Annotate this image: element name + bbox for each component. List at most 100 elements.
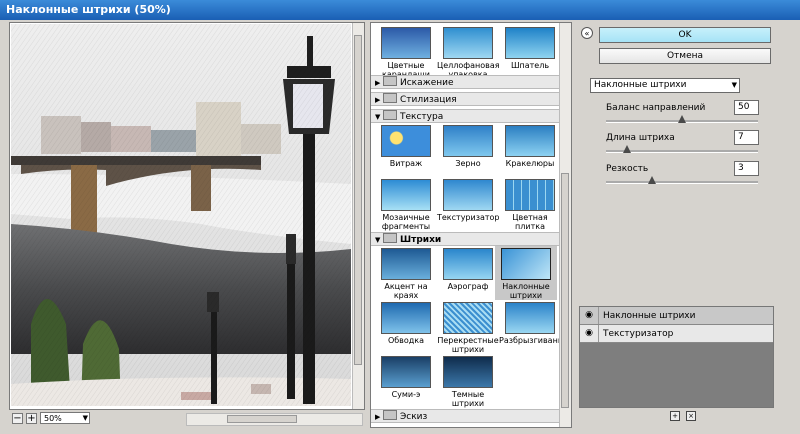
filter-gallery[interactable]: Цветные карандаши Целлофановая упаковка … — [370, 22, 572, 428]
filter-label: Акцент на краях — [384, 282, 428, 300]
triangle-right-icon: ▶ — [375, 79, 381, 87]
preview-pane[interactable] — [9, 22, 365, 410]
effect-layers-panel: ◉ Наклонные штрихи ◉ Текстуризатор — [579, 306, 774, 408]
layer-actions: + × — [670, 411, 696, 421]
filter-thumbnail — [443, 302, 493, 334]
gallery-scroll-thumb[interactable] — [561, 173, 569, 408]
category-label: Эскиз — [400, 412, 428, 422]
layer-label: Наклонные штрихи — [603, 311, 696, 321]
filter-thumbnail — [443, 179, 493, 211]
new-layer-icon[interactable]: + — [670, 411, 680, 421]
filter-ink-outlines[interactable]: Обводка — [375, 302, 437, 345]
filter-thumbnail — [381, 125, 431, 157]
category-label: Искажение — [400, 78, 454, 88]
filter-patchwork[interactable]: Цветная плитка — [499, 179, 561, 231]
filter-dark-strokes[interactable]: Темные штрихи — [437, 356, 499, 408]
filter-thumbnail — [505, 179, 555, 211]
category-stylize[interactable]: ▶ Стилизация — [371, 92, 559, 106]
filter-crosshatch[interactable]: Перекрестные штрихи — [437, 302, 499, 354]
filter-accented-edges[interactable]: Акцент на краях — [375, 248, 437, 300]
filter-mosaic-tiles[interactable]: Мозаичные фрагменты — [375, 179, 437, 231]
filter-label: Цветная плитка — [512, 213, 548, 231]
param-stroke-length: Длина штриха 7 — [606, 130, 761, 160]
category-label: Стилизация — [400, 95, 457, 105]
param-value-input[interactable]: 50 — [734, 100, 759, 115]
filter-label: Разбрызгивание — [499, 336, 568, 345]
param-value-input[interactable]: 3 — [734, 161, 759, 176]
filter-thumbnail — [381, 356, 431, 388]
filter-angled-strokes[interactable]: Наклонные штрихи — [495, 246, 557, 300]
ok-button[interactable]: OK — [599, 27, 771, 43]
filter-thumbnail — [381, 179, 431, 211]
filter-thumbnail — [501, 248, 551, 280]
category-sketch[interactable]: ▶ Эскиз — [371, 409, 559, 423]
folder-icon — [383, 76, 397, 86]
filter-label: Шпатель — [510, 61, 550, 70]
filter-thumbnail — [381, 302, 431, 334]
effect-layer[interactable]: ◉ Наклонные штрихи — [580, 307, 773, 325]
filter-thumbnail — [443, 248, 493, 280]
folder-icon — [383, 110, 397, 120]
filter-label: Обводка — [387, 336, 425, 345]
filter-settings: Наклонные штрихи ▼ Баланс направлений 50 … — [579, 72, 772, 302]
slider-knob[interactable] — [647, 176, 656, 184]
slider-track[interactable] — [606, 181, 758, 184]
zoom-in-button[interactable]: + — [26, 412, 37, 424]
category-label: Текстура — [400, 112, 444, 122]
eye-icon[interactable]: ◉ — [580, 325, 599, 342]
category-brush-strokes[interactable]: ▼ Штрихи — [371, 232, 559, 246]
filter-palette-knife[interactable]: Шпатель — [499, 27, 561, 70]
trash-icon[interactable]: × — [686, 411, 696, 421]
filter-stained-glass[interactable]: Витраж — [375, 125, 437, 168]
filter-plastic-wrap[interactable]: Целлофановая упаковка — [437, 27, 500, 79]
category-texture[interactable]: ▼ Текстура — [371, 109, 559, 123]
slider-knob[interactable] — [623, 145, 632, 153]
filter-label: Текстуризатор — [437, 213, 500, 222]
filter-label: Кракелюры — [505, 159, 555, 168]
filter-thumbnail — [381, 27, 431, 59]
triangle-down-icon: ▼ — [375, 236, 381, 244]
zoom-controls: − + 50% ▼ — [12, 411, 90, 425]
filter-texturizer[interactable]: Текстуризатор — [437, 179, 500, 222]
preview-horizontal-scroll-thumb[interactable] — [227, 415, 297, 423]
triangle-right-icon: ▶ — [375, 413, 381, 421]
gallery-scrollbar[interactable] — [559, 23, 571, 427]
param-sharpness: Резкость 3 — [606, 161, 761, 191]
category-label: Штрихи — [400, 235, 442, 245]
filter-thumbnail — [505, 27, 555, 59]
param-direction-balance: Баланс направлений 50 — [606, 100, 761, 130]
param-label: Резкость — [606, 164, 649, 174]
effect-layer[interactable]: ◉ Текстуризатор — [580, 325, 773, 343]
filter-label: Темные штрихи — [451, 390, 485, 408]
filter-select[interactable]: Наклонные штрихи ▼ — [590, 78, 740, 93]
eye-icon[interactable]: ◉ — [580, 307, 599, 324]
filter-thumbnail — [443, 125, 493, 157]
zoom-out-button[interactable]: − — [12, 412, 23, 424]
collapse-gallery-button[interactable]: « — [581, 27, 593, 39]
preview-vertical-scroll-thumb[interactable] — [354, 35, 362, 365]
preview-horizontal-scrollbar[interactable] — [186, 413, 363, 426]
preview-vertical-scrollbar[interactable] — [352, 23, 364, 409]
zoom-select[interactable]: 50% ▼ — [40, 412, 90, 424]
filter-colored-pencil[interactable]: Цветные карандаши — [375, 27, 437, 79]
cancel-button[interactable]: Отмена — [599, 48, 771, 64]
filter-grain[interactable]: Зерно — [437, 125, 499, 168]
filter-label: Мозаичные фрагменты — [381, 213, 431, 231]
layer-label: Текстуризатор — [603, 329, 674, 339]
filter-label: Витраж — [389, 159, 423, 168]
filter-label: Перекрестные штрихи — [437, 336, 499, 354]
window-title: Наклонные штрихи (50%) — [0, 0, 800, 20]
filter-label: Суми-э — [391, 390, 421, 399]
filter-thumbnail — [381, 248, 431, 280]
param-label: Баланс направлений — [606, 103, 706, 113]
folder-icon — [383, 93, 397, 103]
chevron-down-icon: ▼ — [82, 414, 88, 422]
slider-knob[interactable] — [678, 115, 686, 123]
filter-sumi-e[interactable]: Суми-э — [375, 356, 437, 399]
category-distort[interactable]: ▶ Искажение — [371, 75, 559, 89]
filter-sprayed-strokes[interactable]: Разбрызгивание — [499, 302, 568, 345]
param-label: Длина штриха — [606, 133, 675, 143]
filter-craquelure[interactable]: Кракелюры — [499, 125, 561, 168]
param-value-input[interactable]: 7 — [734, 130, 759, 145]
filter-spatter-airbrush[interactable]: Аэрограф — [437, 248, 499, 291]
